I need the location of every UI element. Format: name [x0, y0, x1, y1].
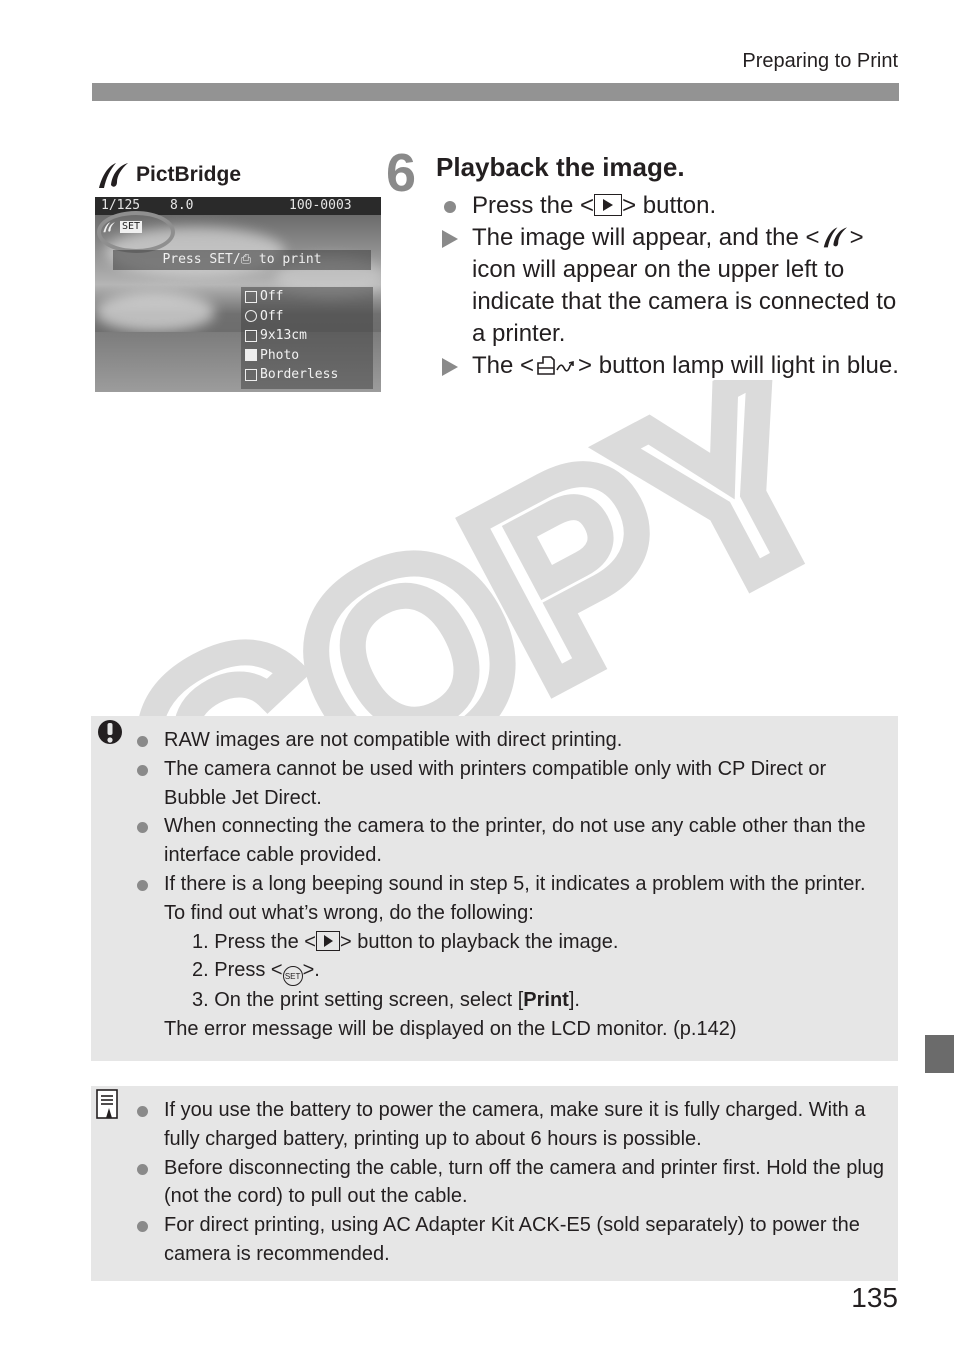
note-list: If you use the battery to power the came… — [135, 1096, 885, 1269]
step-instructions: Press the < > button. The image will appe… — [440, 190, 910, 382]
lcd-print-prompt: Press SET/⎙ to print — [113, 250, 371, 270]
caution-text: RAW images are not compatible with direc… — [164, 729, 623, 751]
lcd-screenshot: 1/125 8.0 100-0003 SET Press SET/⎙ to pr… — [95, 197, 381, 392]
caution-sub-step: 3. On the print setting screen, select [… — [135, 986, 885, 1015]
caution-icon — [98, 720, 122, 744]
header-bar — [92, 83, 899, 101]
caution-text: The camera cannot be used with printers … — [164, 757, 827, 809]
lcd-setting-item: Off — [241, 307, 373, 327]
bullet-dot-icon — [137, 822, 148, 834]
step-title: Playback the image. — [436, 152, 685, 182]
step-text: > button. — [622, 192, 717, 219]
lcd-setting-item: Off — [241, 287, 373, 307]
note-text: For direct printing, using AC Adapter Ki… — [164, 1214, 860, 1265]
print-menu-label: Print — [523, 989, 569, 1012]
bullet-dot-icon — [444, 201, 456, 213]
lcd-setting-value: Photo — [260, 347, 300, 363]
print-share-icon — [537, 356, 574, 375]
step-item: Press the < > button. — [440, 190, 910, 222]
caution-closing: The error message will be displayed on t… — [164, 1018, 737, 1041]
sub-step-text: 1. Press the < — [192, 930, 316, 953]
lcd-print-settings: Off Off 9x13cm Photo Borderless — [241, 287, 373, 389]
note-item: If you use the battery to power the came… — [135, 1096, 885, 1154]
bullet-dot-icon — [137, 1221, 148, 1233]
sub-step-text: ]. — [568, 989, 580, 1012]
sub-step-text: 2. Press < — [192, 959, 283, 982]
bullet-dot-icon — [137, 879, 148, 891]
caution-item: If there is a long beeping sound in step… — [135, 870, 885, 928]
caution-text: When connecting the camera to the printe… — [164, 815, 866, 867]
note-item: Before disconnecting the cable, turn off… — [135, 1154, 885, 1212]
note-box: If you use the battery to power the came… — [91, 1086, 898, 1281]
set-button-icon: SET — [282, 966, 303, 987]
result-arrow-icon — [442, 358, 458, 376]
lcd-pictbridge-set: SET — [101, 221, 143, 233]
pictbridge-icon — [99, 163, 128, 188]
paper-size-icon — [245, 329, 257, 342]
caution-sub-step: 1. Press the < > button to playback the i… — [135, 928, 885, 957]
step-text: Press the < — [472, 192, 595, 219]
bullet-dot-icon — [137, 1163, 148, 1175]
lcd-set-badge: SET — [120, 221, 143, 233]
pictbridge-icon — [823, 227, 847, 248]
date-icon — [245, 310, 257, 323]
cloud — [95, 292, 215, 332]
lcd-setting-value: Off — [260, 289, 284, 305]
lcd-setting-item: Borderless — [241, 365, 373, 385]
note-text: Before disconnecting the cable, turn off… — [164, 1156, 885, 1208]
pictbridge-label: PictBridge — [96, 160, 241, 190]
caution-sub-step: 2. Press < SET >. — [135, 956, 885, 987]
step-item: The image will appear, and the < > icon w… — [440, 222, 910, 350]
lcd-setting-value: Off — [260, 308, 284, 324]
lcd-file-number: 100-0003 — [289, 198, 352, 213]
caution-box: RAW images are not compatible with direc… — [91, 716, 898, 1061]
paper-type-icon — [245, 349, 257, 362]
caution-item: When connecting the camera to the printe… — [135, 812, 885, 870]
note-icon — [96, 1089, 118, 1119]
playback-button-icon — [315, 930, 340, 951]
note-item: For direct printing, using AC Adapter Ki… — [135, 1211, 885, 1269]
caution-list: RAW images are not compatible with direc… — [135, 726, 885, 1044]
header-section-title: Preparing to Print — [742, 50, 898, 72]
image-effect-icon — [245, 290, 257, 303]
playback-button-icon — [594, 194, 623, 216]
page-number: 135 — [851, 1282, 898, 1313]
sub-step-text: > button to playback the image. — [339, 930, 619, 953]
caution-text: If there is a long beeping sound in step… — [164, 872, 866, 924]
sub-step-text: 3. On the print setting screen, select [ — [192, 989, 524, 1012]
bullet-dot-icon — [137, 764, 148, 776]
lcd-aperture: 8.0 — [170, 198, 194, 213]
step-number: 6 — [386, 143, 417, 203]
pictbridge-icon — [103, 222, 115, 233]
caution-item: The camera cannot be used with printers … — [135, 755, 885, 813]
chapter-tab-marker — [925, 1035, 954, 1073]
bullet-dot-icon — [137, 1106, 148, 1117]
lcd-setting-item: 9x13cm — [241, 326, 373, 346]
step-text: > button lamp will light in blue. — [578, 352, 899, 379]
lcd-setting-value: Borderless — [260, 367, 339, 383]
step-text: The image will appear, and the < — [472, 224, 820, 251]
result-arrow-icon — [442, 230, 458, 248]
bullet-dot-icon — [137, 736, 148, 747]
layout-icon — [245, 368, 257, 381]
caution-item: RAW images are not compatible with direc… — [135, 726, 885, 755]
note-text: If you use the battery to power the came… — [164, 1099, 866, 1150]
step-text: The < — [472, 352, 535, 379]
step-item: The < > button lamp will light in blue. — [440, 350, 910, 382]
lcd-setting-value: 9x13cm — [260, 328, 307, 344]
lcd-setting-item: Photo — [241, 346, 373, 366]
pictbridge-text: PictBridge — [136, 163, 242, 186]
sub-step-text: >. — [302, 959, 320, 982]
